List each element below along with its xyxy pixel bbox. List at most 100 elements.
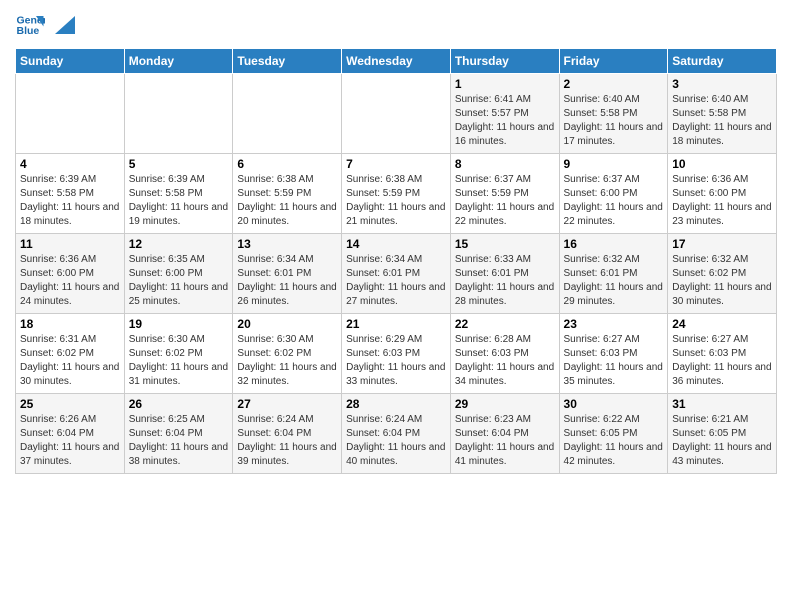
day-cell: 30 Sunrise: 6:22 AM Sunset: 6:05 PM Dayli… — [559, 394, 668, 474]
day-info: Sunrise: 6:30 AM Sunset: 6:02 PM Dayligh… — [129, 333, 229, 389]
day-info: Sunrise: 6:21 AM Sunset: 6:05 PM Dayligh… — [672, 413, 772, 469]
day-cell: 25 Sunrise: 6:26 AM Sunset: 6:04 PM Dayli… — [16, 394, 125, 474]
day-cell: 28 Sunrise: 6:24 AM Sunset: 6:04 PM Dayli… — [342, 394, 451, 474]
day-info: Sunrise: 6:25 AM Sunset: 6:04 PM Dayligh… — [129, 413, 229, 469]
day-number: 30 — [564, 397, 664, 411]
day-cell — [342, 74, 451, 154]
day-cell: 24Sunrise: 6:27 AM Sunset: 6:03 PM Dayli… — [668, 314, 777, 394]
day-cell: 21 Sunrise: 6:29 AM Sunset: 6:03 PM Dayli… — [342, 314, 451, 394]
day-number: 15 — [455, 237, 555, 251]
day-number: 9 — [564, 157, 664, 171]
day-info: Sunrise: 6:28 AM Sunset: 6:03 PM Dayligh… — [455, 333, 555, 389]
day-number: 2 — [564, 77, 664, 91]
day-info: Sunrise: 6:40 AM Sunset: 5:58 PM Dayligh… — [564, 93, 664, 149]
day-info: Sunrise: 6:37 AM Sunset: 5:59 PM Dayligh… — [455, 173, 555, 229]
day-info: Sunrise: 6:36 AM Sunset: 6:00 PM Dayligh… — [20, 253, 120, 309]
day-number: 23 — [564, 317, 664, 331]
day-info: Sunrise: 6:26 AM Sunset: 6:04 PM Dayligh… — [20, 413, 120, 469]
day-number: 4 — [20, 157, 120, 171]
day-info: Sunrise: 6:29 AM Sunset: 6:03 PM Dayligh… — [346, 333, 446, 389]
day-info: Sunrise: 6:39 AM Sunset: 5:58 PM Dayligh… — [129, 173, 229, 229]
day-cell: 19 Sunrise: 6:30 AM Sunset: 6:02 PM Dayli… — [124, 314, 233, 394]
day-info: Sunrise: 6:27 AM Sunset: 6:03 PM Dayligh… — [564, 333, 664, 389]
day-number: 12 — [129, 237, 229, 251]
week-row-1: 1Sunrise: 6:41 AM Sunset: 5:57 PM Daylig… — [16, 74, 777, 154]
day-info: Sunrise: 6:33 AM Sunset: 6:01 PM Dayligh… — [455, 253, 555, 309]
day-number: 7 — [346, 157, 446, 171]
day-cell: 26Sunrise: 6:25 AM Sunset: 6:04 PM Dayli… — [124, 394, 233, 474]
day-info: Sunrise: 6:24 AM Sunset: 6:04 PM Dayligh… — [346, 413, 446, 469]
day-number: 13 — [237, 237, 337, 251]
day-info: Sunrise: 6:35 AM Sunset: 6:00 PM Dayligh… — [129, 253, 229, 309]
day-number: 8 — [455, 157, 555, 171]
day-info: Sunrise: 6:27 AM Sunset: 6:03 PM Dayligh… — [672, 333, 772, 389]
column-header-saturday: Saturday — [668, 49, 777, 74]
day-cell: 23 Sunrise: 6:27 AM Sunset: 6:03 PM Dayli… — [559, 314, 668, 394]
day-number: 20 — [237, 317, 337, 331]
week-row-5: 25 Sunrise: 6:26 AM Sunset: 6:04 PM Dayli… — [16, 394, 777, 474]
day-cell: 10 Sunrise: 6:36 AM Sunset: 6:00 PM Dayli… — [668, 154, 777, 234]
day-cell: 18 Sunrise: 6:31 AM Sunset: 6:02 PM Dayli… — [16, 314, 125, 394]
day-info: Sunrise: 6:38 AM Sunset: 5:59 PM Dayligh… — [346, 173, 446, 229]
day-number: 28 — [346, 397, 446, 411]
day-cell: 4 Sunrise: 6:39 AM Sunset: 5:58 PM Daylig… — [16, 154, 125, 234]
day-cell: 31 Sunrise: 6:21 AM Sunset: 6:05 PM Dayli… — [668, 394, 777, 474]
day-number: 6 — [237, 157, 337, 171]
day-info: Sunrise: 6:23 AM Sunset: 6:04 PM Dayligh… — [455, 413, 555, 469]
calendar-table: SundayMondayTuesdayWednesdayThursdayFrid… — [15, 48, 777, 474]
day-info: Sunrise: 6:36 AM Sunset: 6:00 PM Dayligh… — [672, 173, 772, 229]
day-number: 31 — [672, 397, 772, 411]
day-number: 16 — [564, 237, 664, 251]
day-cell: 27 Sunrise: 6:24 AM Sunset: 6:04 PM Dayli… — [233, 394, 342, 474]
day-cell: 13 Sunrise: 6:34 AM Sunset: 6:01 PM Dayli… — [233, 234, 342, 314]
column-header-friday: Friday — [559, 49, 668, 74]
week-row-3: 11 Sunrise: 6:36 AM Sunset: 6:00 PM Dayli… — [16, 234, 777, 314]
page: General Blue SundayMondayTuesdayWednesda… — [0, 0, 792, 484]
day-cell: 8 Sunrise: 6:37 AM Sunset: 5:59 PM Daylig… — [450, 154, 559, 234]
day-number: 27 — [237, 397, 337, 411]
day-number: 11 — [20, 237, 120, 251]
day-number: 21 — [346, 317, 446, 331]
day-info: Sunrise: 6:24 AM Sunset: 6:04 PM Dayligh… — [237, 413, 337, 469]
day-cell: 1Sunrise: 6:41 AM Sunset: 5:57 PM Daylig… — [450, 74, 559, 154]
day-cell — [233, 74, 342, 154]
day-number: 19 — [129, 317, 229, 331]
day-cell: 11 Sunrise: 6:36 AM Sunset: 6:00 PM Dayli… — [16, 234, 125, 314]
day-number: 25 — [20, 397, 120, 411]
day-number: 3 — [672, 77, 772, 91]
day-number: 10 — [672, 157, 772, 171]
day-cell: 15 Sunrise: 6:33 AM Sunset: 6:01 PM Dayli… — [450, 234, 559, 314]
day-info: Sunrise: 6:34 AM Sunset: 6:01 PM Dayligh… — [237, 253, 337, 309]
day-cell: 2 Sunrise: 6:40 AM Sunset: 5:58 PM Daylig… — [559, 74, 668, 154]
day-cell — [16, 74, 125, 154]
column-header-monday: Monday — [124, 49, 233, 74]
day-cell: 12 Sunrise: 6:35 AM Sunset: 6:00 PM Dayli… — [124, 234, 233, 314]
svg-text:Blue: Blue — [17, 25, 40, 37]
day-cell: 14 Sunrise: 6:34 AM Sunset: 6:01 PM Dayli… — [342, 234, 451, 314]
logo-icon: General Blue — [15, 10, 45, 40]
day-number: 17 — [672, 237, 772, 251]
day-cell: 17 Sunrise: 6:32 AM Sunset: 6:02 PM Dayli… — [668, 234, 777, 314]
week-row-4: 18 Sunrise: 6:31 AM Sunset: 6:02 PM Dayli… — [16, 314, 777, 394]
day-info: Sunrise: 6:39 AM Sunset: 5:58 PM Dayligh… — [20, 173, 120, 229]
day-cell: 9Sunrise: 6:37 AM Sunset: 6:00 PM Daylig… — [559, 154, 668, 234]
day-number: 14 — [346, 237, 446, 251]
day-number: 18 — [20, 317, 120, 331]
day-info: Sunrise: 6:32 AM Sunset: 6:02 PM Dayligh… — [672, 253, 772, 309]
column-header-sunday: Sunday — [16, 49, 125, 74]
day-info: Sunrise: 6:22 AM Sunset: 6:05 PM Dayligh… — [564, 413, 664, 469]
day-cell: 5Sunrise: 6:39 AM Sunset: 5:58 PM Daylig… — [124, 154, 233, 234]
logo: General Blue — [15, 10, 75, 40]
week-row-2: 4 Sunrise: 6:39 AM Sunset: 5:58 PM Daylig… — [16, 154, 777, 234]
column-header-thursday: Thursday — [450, 49, 559, 74]
day-cell: 16Sunrise: 6:32 AM Sunset: 6:01 PM Dayli… — [559, 234, 668, 314]
day-info: Sunrise: 6:34 AM Sunset: 6:01 PM Dayligh… — [346, 253, 446, 309]
day-info: Sunrise: 6:30 AM Sunset: 6:02 PM Dayligh… — [237, 333, 337, 389]
day-number: 29 — [455, 397, 555, 411]
header-row: SundayMondayTuesdayWednesdayThursdayFrid… — [16, 49, 777, 74]
day-cell — [124, 74, 233, 154]
day-info: Sunrise: 6:41 AM Sunset: 5:57 PM Dayligh… — [455, 93, 555, 149]
day-number: 22 — [455, 317, 555, 331]
day-cell: 3Sunrise: 6:40 AM Sunset: 5:58 PM Daylig… — [668, 74, 777, 154]
day-info: Sunrise: 6:31 AM Sunset: 6:02 PM Dayligh… — [20, 333, 120, 389]
